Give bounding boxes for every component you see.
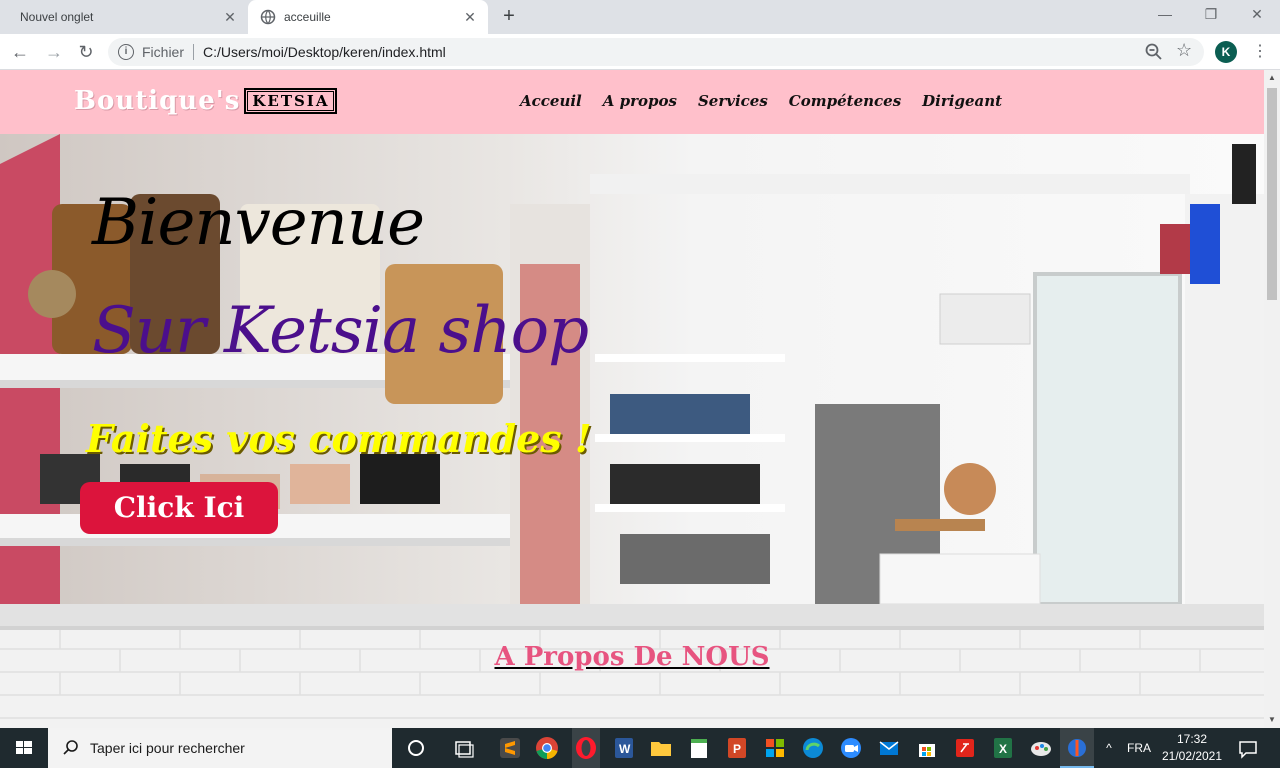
nav-a-propos[interactable]: A propos (603, 92, 677, 110)
scroll-down-icon[interactable]: ▼ (1264, 712, 1280, 728)
restore-icon[interactable]: ❐ (1188, 0, 1234, 30)
url-text: C:/Users/moi/Desktop/keren/index.html (203, 44, 446, 60)
powerpoint-icon[interactable]: P (723, 734, 751, 762)
search-placeholder: Taper ici pour rechercher (90, 740, 245, 756)
close-tab-icon[interactable]: ✕ (462, 9, 478, 25)
cortana-icon[interactable] (402, 734, 430, 762)
app-active-icon[interactable] (1063, 734, 1091, 762)
nav-competences[interactable]: Compétences (789, 92, 901, 110)
scrollbar-thumb[interactable] (1267, 88, 1277, 300)
close-tab-icon[interactable]: ✕ (222, 9, 238, 25)
notepad-icon[interactable] (685, 734, 713, 762)
site-logo[interactable]: Boutique's KETSIA (74, 86, 338, 116)
taskbar-clock[interactable]: 17:32 21/02/2021 (1160, 731, 1224, 765)
paint-icon[interactable] (1027, 734, 1055, 762)
search-icon (63, 740, 78, 755)
back-icon[interactable]: ← (8, 40, 32, 64)
separator (193, 44, 195, 60)
svg-text:X: X (999, 742, 1007, 756)
menu-dots-icon[interactable]: ⋮ (1252, 42, 1268, 62)
browser-toolbar: ← → ↻ i Fichier C:/Users/moi/Desktop/ker… (0, 34, 1280, 70)
windows-taskbar: Taper ici pour rechercher W P X ^ FRA 17… (0, 728, 1280, 768)
task-view-icon[interactable] (450, 734, 478, 762)
page-scrollbar[interactable]: ▲ ▼ (1264, 70, 1280, 728)
about-section: A Propos De NOUS (0, 604, 1264, 728)
address-bar[interactable]: i Fichier C:/Users/moi/Desktop/keren/ind… (108, 38, 1204, 66)
close-window-icon[interactable]: ✕ (1234, 0, 1280, 30)
hero-title: Bienvenue (92, 186, 425, 260)
nav-services[interactable]: Services (698, 92, 768, 110)
windows-start-icon[interactable] (0, 728, 48, 768)
logo-badge: KETSIA (244, 88, 338, 114)
bookmark-star-icon[interactable]: ☆ (1176, 40, 1196, 60)
hero-subtitle: Sur Ketsia shop (92, 294, 589, 368)
pdf-icon[interactable] (951, 734, 979, 762)
file-explorer-icon[interactable] (647, 734, 675, 762)
new-tab-button[interactable]: + (498, 6, 520, 28)
nav-dirigeant[interactable]: Dirigeant (922, 92, 1002, 110)
mail-icon[interactable] (875, 734, 903, 762)
taskbar-search[interactable]: Taper ici pour rechercher (48, 728, 392, 768)
hero-section: Bienvenue Sur Ketsia shop Faites vos com… (0, 134, 1264, 604)
scroll-up-icon[interactable]: ▲ (1264, 70, 1280, 86)
scheme-label: Fichier (142, 44, 185, 60)
globe-icon (260, 9, 276, 25)
edge-icon[interactable] (799, 734, 827, 762)
nav-accueil[interactable]: Acceuil (520, 92, 582, 110)
tab-label: acceuille (284, 10, 331, 24)
minimize-icon[interactable]: — (1142, 0, 1188, 30)
profile-avatar[interactable]: K (1215, 41, 1237, 63)
tab-acceuille[interactable]: acceuille ✕ (248, 0, 488, 34)
office-icon[interactable] (761, 734, 789, 762)
clock-time: 17:32 (1176, 732, 1208, 746)
hero-tagline: Faites vos commandes ! (86, 416, 592, 461)
clock-date: 21/02/2021 (1161, 749, 1223, 763)
store-icon[interactable] (913, 734, 941, 762)
forward-icon[interactable]: → (42, 40, 66, 64)
tray-chevron-icon[interactable]: ^ (1100, 728, 1118, 768)
click-here-button[interactable]: Click Ici (80, 482, 278, 534)
tab-strip: Nouvel onglet ✕ acceuille ✕ + — ❐ ✕ (0, 0, 1280, 34)
sublime-text-icon[interactable] (496, 734, 524, 762)
chrome-icon[interactable] (533, 734, 561, 762)
excel-icon[interactable]: X (989, 734, 1017, 762)
svg-text:P: P (733, 742, 741, 756)
tab-label: Nouvel onglet (20, 10, 94, 24)
zoom-app-icon[interactable] (837, 734, 865, 762)
word-icon[interactable]: W (610, 734, 638, 762)
zoom-out-icon[interactable] (1144, 42, 1164, 62)
svg-text:W: W (619, 742, 631, 756)
notifications-icon[interactable] (1234, 734, 1262, 762)
main-nav: Acceuil A propos Services Compétences Di… (520, 92, 1023, 110)
info-icon[interactable]: i (118, 44, 134, 60)
logo-text: Boutique's (74, 86, 241, 116)
tab-new-tab[interactable]: Nouvel onglet ✕ (8, 0, 248, 34)
about-title: A Propos De NOUS (494, 642, 770, 672)
logo-badge-text: KETSIA (247, 91, 335, 111)
page-viewport: Boutique's KETSIA Acceuil A propos Servi… (0, 70, 1264, 728)
opera-icon[interactable] (572, 734, 600, 762)
language-indicator[interactable]: FRA (1127, 728, 1151, 768)
site-header: Boutique's KETSIA Acceuil A propos Servi… (0, 70, 1264, 134)
reload-icon[interactable]: ↻ (74, 40, 98, 64)
